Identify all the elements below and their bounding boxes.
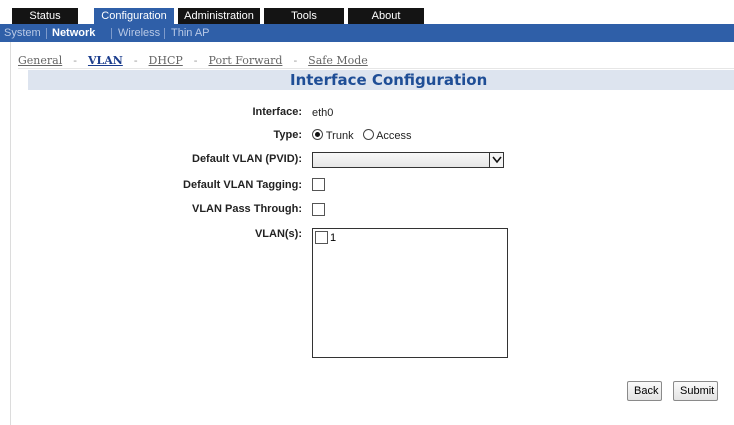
nav-vlan[interactable]: VLAN <box>88 54 123 67</box>
type-access-radio[interactable] <box>362 129 374 140</box>
pass-through-checkbox[interactable] <box>312 203 325 216</box>
interface-label: Interface: <box>252 106 302 118</box>
type-access-label: Access <box>376 130 412 142</box>
interface-value: eth0 <box>312 107 334 119</box>
tab-administration[interactable]: Administration <box>178 8 260 24</box>
submit-button[interactable]: Submit <box>673 381 718 401</box>
type-label: Type: <box>273 129 302 141</box>
subtab-divider <box>164 28 165 39</box>
tab-about[interactable]: About <box>348 8 424 24</box>
subtab-network[interactable]: Network <box>52 24 95 42</box>
tagging-label: Default VLAN Tagging: <box>183 179 302 191</box>
pvid-select[interactable] <box>312 152 504 168</box>
content-left-border <box>10 42 11 425</box>
vlan-1-label: 1 <box>330 232 337 244</box>
nav-dhcp[interactable]: DHCP <box>149 54 183 67</box>
nav-general[interactable]: General <box>18 54 62 67</box>
tab-tools[interactable]: Tools <box>264 8 344 24</box>
type-radio-group: Trunk Access <box>312 129 412 142</box>
subtab-thin-ap[interactable]: Thin AP <box>171 24 210 42</box>
page-title: Interface Configuration <box>290 71 488 89</box>
nav-divider <box>18 68 734 69</box>
nav-safe-mode[interactable]: Safe Mode <box>308 54 368 67</box>
vlans-label: VLAN(s): <box>254 228 302 240</box>
nav-port-forward[interactable]: Port Forward <box>208 54 282 67</box>
tab-configuration[interactable]: Configuration <box>94 8 174 24</box>
nav-separator: - <box>193 54 198 67</box>
tab-status[interactable]: Status <box>12 8 78 24</box>
pvid-label: Default VLAN (PVID): <box>192 153 302 165</box>
type-trunk-radio[interactable] <box>312 129 323 140</box>
vlans-listbox[interactable]: 1 <box>312 228 508 358</box>
top-tab-bar: Status Configuration Administration Tool… <box>0 0 734 26</box>
back-button[interactable]: Back <box>627 381 662 401</box>
chevron-down-icon[interactable] <box>489 153 503 167</box>
pass-through-label: VLAN Pass Through: <box>191 203 302 215</box>
subtab-divider <box>111 28 112 39</box>
subtab-system[interactable]: System <box>4 24 41 42</box>
nav-separator: - <box>293 54 298 67</box>
subtab-divider <box>46 28 47 39</box>
vlan-1-checkbox[interactable] <box>315 231 328 244</box>
subtab-wireless[interactable]: Wireless <box>118 24 160 42</box>
nav-separator: - <box>133 54 138 67</box>
section-nav: General - VLAN - DHCP - Port Forward - Safe Mode <box>18 54 368 67</box>
type-trunk-label: Trunk <box>325 130 354 142</box>
sub-tab-bar: System Network Wireless Thin AP <box>0 24 734 42</box>
tagging-checkbox[interactable] <box>312 178 325 191</box>
nav-separator: - <box>73 54 77 67</box>
